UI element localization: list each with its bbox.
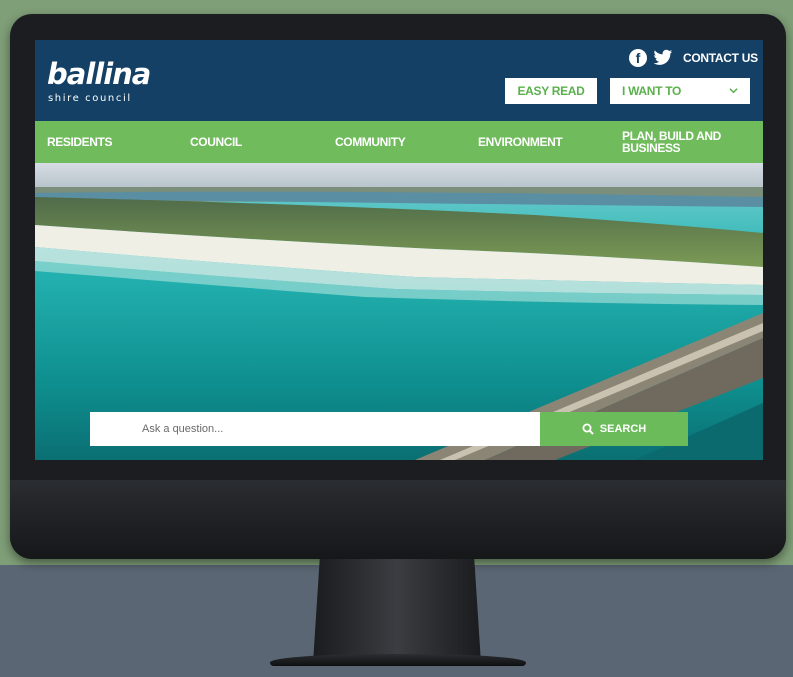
site-header: ballina shire council f CONTACT US EASY …: [35, 40, 763, 121]
easy-read-button[interactable]: EASY READ: [505, 78, 597, 104]
monitor-stand-base: [270, 654, 526, 666]
site-logo[interactable]: ballina: [47, 59, 151, 89]
i-want-to-dropdown[interactable]: I WANT TO: [610, 78, 750, 104]
social-links: f CONTACT US: [629, 47, 758, 69]
search-button[interactable]: SEARCH: [540, 412, 688, 446]
search-placeholder: Ask a question...: [142, 423, 224, 435]
twitter-icon[interactable]: [653, 49, 673, 67]
chevron-down-icon: [729, 88, 738, 94]
website-screen: ballina shire council f CONTACT US EASY …: [35, 40, 763, 460]
search-input[interactable]: Ask a question...: [90, 412, 540, 446]
monitor-stand: [313, 559, 481, 663]
i-want-to-label: I WANT TO: [622, 84, 682, 98]
contact-us-link[interactable]: CONTACT US: [683, 51, 758, 65]
main-navigation: RESIDENTS COUNCIL COMMUNITY ENVIRONMENT …: [35, 121, 763, 163]
nav-item-plan-build-business[interactable]: PLAN, BUILD AND BUSINESS: [622, 121, 742, 163]
nav-item-community[interactable]: COMMUNITY: [335, 121, 406, 163]
nav-item-environment[interactable]: ENVIRONMENT: [478, 121, 563, 163]
site-logo-subtitle: shire council: [48, 93, 132, 104]
nav-item-council[interactable]: COUNCIL: [190, 121, 242, 163]
search-button-label: SEARCH: [599, 423, 647, 435]
monitor-chin: [10, 480, 786, 559]
facebook-icon[interactable]: f: [629, 49, 647, 67]
nav-item-residents[interactable]: RESIDENTS: [47, 121, 112, 163]
search-icon: [582, 423, 594, 435]
